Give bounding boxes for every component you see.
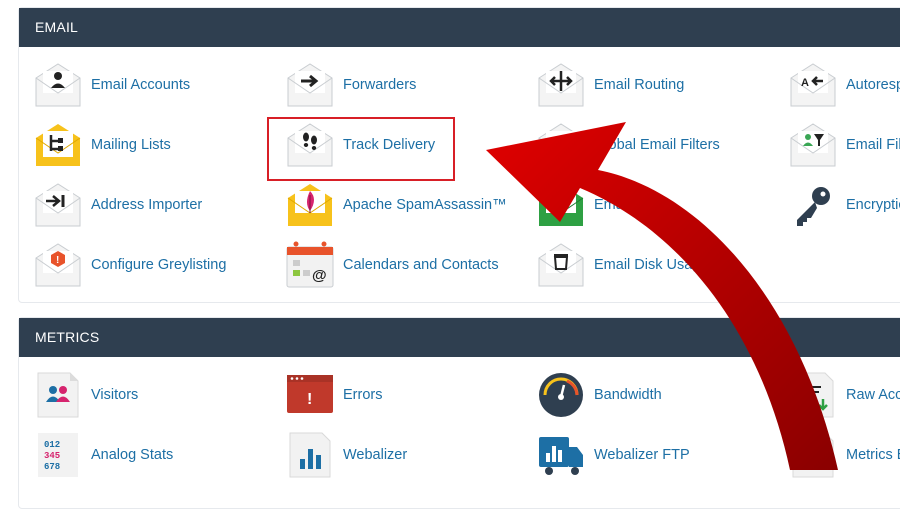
visitors-label: Visitors xyxy=(91,387,139,403)
analog-stats-label: Analog Stats xyxy=(91,447,174,463)
metrics-section-header[interactable]: METRICS xyxy=(19,318,900,357)
forwarders-label: Forwarders xyxy=(343,77,417,93)
svg-text:$: $ xyxy=(556,194,565,211)
visitors-link[interactable]: Visitors xyxy=(34,371,284,419)
forwarders-icon xyxy=(287,63,333,107)
svg-text:012: 012 xyxy=(44,440,60,450)
mailing-lists-icon xyxy=(35,124,81,166)
bandwidth-icon xyxy=(539,373,583,417)
address-importer-icon xyxy=(35,183,81,227)
metrics-editor-label: Metrics E xyxy=(846,447,900,463)
analog-stats-icon: 012 345 678 xyxy=(38,433,78,477)
email-filters-label: Email Fil xyxy=(846,137,900,153)
visitors-icon xyxy=(37,372,79,418)
svg-text:678: 678 xyxy=(44,462,60,472)
global-email-filters-label: Global Email Filters xyxy=(594,137,720,153)
webalizer-ftp-label: Webalizer FTP xyxy=(594,447,690,463)
metrics-editor-icon xyxy=(792,432,834,478)
address-importer-label: Address Importer xyxy=(91,197,203,213)
email-accounts-link[interactable]: Email Accounts xyxy=(34,61,284,109)
raw-access-icon xyxy=(792,372,834,418)
email-disk-usage-icon xyxy=(538,243,584,287)
forwarders-link[interactable]: Forwarders xyxy=(286,61,536,109)
webalizer-ftp-link[interactable]: Webalizer FTP xyxy=(537,431,787,479)
encryption-key-icon xyxy=(797,187,830,226)
calendars-contacts-label: Calendars and Contacts xyxy=(343,257,499,273)
svg-text:!: ! xyxy=(307,391,312,408)
configure-greylisting-label: Configure Greylisting xyxy=(91,257,227,273)
raw-access-label: Raw Acce xyxy=(846,387,900,403)
autoresponders-label: Autoresp xyxy=(846,77,900,93)
email-accounts-icon xyxy=(35,63,81,107)
email-marketing-icon: $ xyxy=(538,184,584,226)
global-email-filters-link[interactable]: Global Email Filters xyxy=(537,121,787,169)
email-accounts-label: Email Accounts xyxy=(91,77,191,93)
analog-stats-link[interactable]: 012 345 678 Analog Stats xyxy=(34,431,284,479)
greylisting-icon: ! xyxy=(35,243,81,287)
svg-text:!: ! xyxy=(56,255,59,266)
svg-text:@: @ xyxy=(312,267,327,284)
webalizer-label: Webalizer xyxy=(343,447,408,463)
autoresponders-link[interactable]: A Autoresp xyxy=(789,61,900,109)
mailing-lists-link[interactable]: Mailing Lists xyxy=(34,121,284,169)
bandwidth-label: Bandwidth xyxy=(594,387,662,403)
calendars-contacts-icon: @ xyxy=(286,241,334,288)
webalizer-ftp-icon xyxy=(539,437,583,475)
autoresponders-icon: A xyxy=(790,63,836,107)
svg-text:345: 345 xyxy=(44,451,60,461)
webalizer-icon xyxy=(289,432,331,478)
spamassassin-label: Apache SpamAssassin™ xyxy=(343,197,507,213)
errors-icon: ! xyxy=(287,375,333,413)
metrics-editor-link[interactable]: Metrics E xyxy=(789,431,900,479)
mailing-lists-label: Mailing Lists xyxy=(91,137,171,153)
track-delivery-highlight-box xyxy=(267,117,455,181)
email-disk-usage-label: Email Disk Usage xyxy=(594,257,709,273)
svg-text:A: A xyxy=(801,77,809,89)
calendars-contacts-link[interactable]: @ Calendars and Contacts xyxy=(286,241,536,289)
spamassassin-icon xyxy=(287,184,333,226)
webalizer-link[interactable]: Webalizer xyxy=(286,431,536,479)
email-disk-usage-link[interactable]: Email Disk Usage xyxy=(537,241,787,289)
errors-label: Errors xyxy=(343,387,383,403)
bandwidth-link[interactable]: Bandwidth xyxy=(537,371,787,419)
encryption-label: Encryptio xyxy=(846,197,900,213)
email-routing-link[interactable]: Email Routing xyxy=(537,61,787,109)
global-email-filters-icon xyxy=(538,123,584,167)
email-routing-icon xyxy=(538,63,584,107)
spamassassin-link[interactable]: Apache SpamAssassin™ xyxy=(286,181,536,229)
configure-greylisting-link[interactable]: ! Configure Greylisting xyxy=(34,241,284,289)
email-section-header[interactable]: EMAIL xyxy=(19,8,900,47)
email-filters-link[interactable]: Email Fil xyxy=(789,121,900,169)
email-marketing-label: Email Marke xyxy=(594,197,675,213)
email-routing-label: Email Routing xyxy=(594,77,685,93)
encryption-link[interactable]: Encryptio xyxy=(789,181,900,229)
errors-link[interactable]: ! Errors xyxy=(286,371,536,419)
email-filters-icon xyxy=(790,123,836,167)
email-marketing-link[interactable]: $ Email Marke xyxy=(537,181,787,229)
address-importer-link[interactable]: Address Importer xyxy=(34,181,284,229)
raw-access-link[interactable]: Raw Acce xyxy=(789,371,900,419)
